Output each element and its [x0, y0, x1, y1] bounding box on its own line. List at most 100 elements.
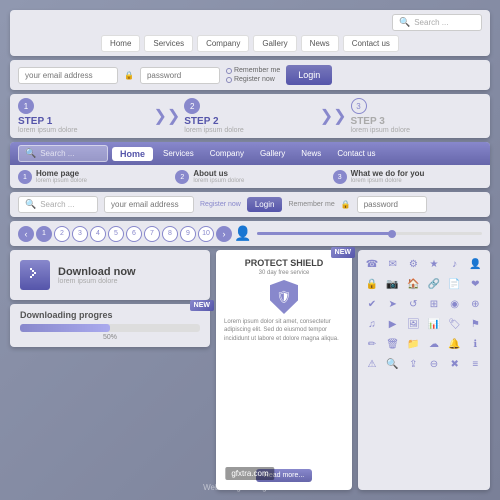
- progress-bar-fill: [20, 324, 110, 332]
- icon-tag[interactable]: 🏷: [447, 316, 463, 332]
- download-title: Download now: [58, 266, 200, 278]
- icon-settings[interactable]: ⚙: [405, 256, 421, 272]
- icon-cross[interactable]: ✖: [447, 356, 463, 372]
- search-icon-3: 🔍: [25, 199, 36, 210]
- page-item-2: 2 About us lorem ipsum dolore: [175, 169, 324, 184]
- register-label: Register now: [234, 76, 275, 83]
- slider-thumb[interactable]: [388, 230, 396, 238]
- icon-sound[interactable]: ♫: [364, 316, 380, 332]
- slider-container[interactable]: [257, 232, 482, 235]
- page-item-3: 3 What we do for you lorem ipsum dolore: [333, 169, 482, 184]
- nav2-contact[interactable]: Contact us: [331, 147, 381, 160]
- login-row-1: 🔒 Remember me Register now Login: [10, 60, 490, 90]
- search-row-1: 🔍 Search ...: [18, 14, 482, 31]
- icon-plus-circle[interactable]: ⊕: [467, 296, 483, 312]
- download-icon: [20, 260, 50, 290]
- password-field-1[interactable]: [140, 67, 220, 84]
- step-2-num: 2: [184, 98, 200, 114]
- page-btn-10[interactable]: 10: [198, 226, 214, 242]
- icon-circle[interactable]: ◉: [447, 296, 463, 312]
- remember-label-2: Remember me: [288, 201, 334, 208]
- icon-folder[interactable]: 📁: [405, 336, 421, 352]
- shield-svg: 🛡: [270, 280, 298, 314]
- download-text: Download now lorem ipsum dolore: [58, 266, 200, 285]
- step-arrow-1: ❯❯: [153, 106, 180, 126]
- icon-check[interactable]: ✔: [364, 296, 380, 312]
- email-field-2[interactable]: [104, 196, 194, 213]
- icon-arrow[interactable]: ➤: [385, 296, 401, 312]
- icon-email[interactable]: ✉: [385, 256, 401, 272]
- icon-pencil[interactable]: ✏: [364, 336, 380, 352]
- icon-flag[interactable]: ⚑: [467, 316, 483, 332]
- icon-chart[interactable]: 📊: [426, 316, 442, 332]
- nav-link-contact[interactable]: Contact us: [343, 35, 399, 52]
- page-sub-3: lorem ipsum dolore: [351, 178, 425, 184]
- page-btn-7[interactable]: 7: [144, 226, 160, 242]
- icon-cloud[interactable]: ☁: [426, 336, 442, 352]
- icon-image[interactable]: 🖼: [405, 316, 421, 332]
- page-next[interactable]: ›: [216, 226, 232, 242]
- remember-radio[interactable]: [226, 68, 232, 74]
- icon-star[interactable]: ★: [426, 256, 442, 272]
- page-btn-8[interactable]: 8: [162, 226, 178, 242]
- page-btn-2[interactable]: 2: [54, 226, 70, 242]
- nav-link-services[interactable]: Services: [144, 35, 193, 52]
- nav2-services[interactable]: Services: [157, 147, 200, 160]
- search-box-1[interactable]: 🔍 Search ...: [392, 14, 482, 31]
- nav2-gallery[interactable]: Gallery: [254, 147, 291, 160]
- progress-card: NEW Downloading progres 50%: [10, 304, 210, 347]
- page-btn-9[interactable]: 9: [180, 226, 196, 242]
- page-btn-5[interactable]: 5: [108, 226, 124, 242]
- icon-search[interactable]: 🔍: [385, 356, 401, 372]
- login-button-1[interactable]: Login: [286, 65, 332, 85]
- search-box-2[interactable]: 🔍 Search ...: [18, 145, 108, 162]
- nav-link-news[interactable]: News: [301, 35, 339, 52]
- search-box-3[interactable]: 🔍 Search ...: [18, 196, 98, 213]
- icon-info[interactable]: ℹ: [467, 336, 483, 352]
- email-field-1[interactable]: [18, 67, 118, 84]
- page-btn-6[interactable]: 6: [126, 226, 142, 242]
- icon-warning[interactable]: ⚠: [364, 356, 380, 372]
- page-btn-1[interactable]: 1: [36, 226, 52, 242]
- lock-icon-2: 🔒: [341, 200, 351, 209]
- password-field-2[interactable]: [357, 196, 427, 213]
- icon-refresh[interactable]: ↺: [405, 296, 421, 312]
- nav-home-link[interactable]: Home: [112, 147, 153, 161]
- register-link-2[interactable]: Register now: [200, 201, 241, 208]
- icon-bell[interactable]: 🔔: [447, 336, 463, 352]
- login-options-1: Remember me Register now: [226, 67, 280, 83]
- nav2-news[interactable]: News: [295, 147, 327, 160]
- icon-video[interactable]: ▶: [385, 316, 401, 332]
- icon-camera[interactable]: 📷: [385, 276, 401, 292]
- gfxtra-badge: gfxtra.com: [225, 467, 274, 480]
- page-prev[interactable]: ‹: [18, 226, 34, 242]
- icon-user[interactable]: 👤: [467, 256, 483, 272]
- icon-lock[interactable]: 🔒: [364, 276, 380, 292]
- page-btn-3[interactable]: 3: [72, 226, 88, 242]
- nav2-company[interactable]: Company: [204, 147, 250, 160]
- icon-doc[interactable]: 📄: [447, 276, 463, 292]
- icon-home[interactable]: 🏠: [405, 276, 421, 292]
- nav-link-gallery[interactable]: Gallery: [253, 35, 296, 52]
- icon-share[interactable]: ⇪: [405, 356, 421, 372]
- icon-heart[interactable]: ❤: [467, 276, 483, 292]
- icon-trash[interactable]: 🗑: [385, 336, 401, 352]
- login-button-2[interactable]: Login: [247, 197, 283, 212]
- icon-link[interactable]: 🔗: [426, 276, 442, 292]
- progress-bar-bg: [20, 324, 200, 332]
- page-btn-4[interactable]: 4: [90, 226, 106, 242]
- icon-minus[interactable]: ⊖: [426, 356, 442, 372]
- register-radio[interactable]: [226, 77, 232, 83]
- icon-menu[interactable]: ≡: [467, 356, 483, 372]
- progress-new-badge: NEW: [190, 300, 214, 311]
- step-1-title: STEP 1: [18, 116, 52, 127]
- icon-phone[interactable]: ☎: [364, 256, 380, 272]
- icon-grid[interactable]: ⊞: [426, 296, 442, 312]
- pagination-row: ‹ 1 2 3 4 5 6 7 8 9 10 › 👤: [10, 221, 490, 246]
- nav-link-home[interactable]: Home: [101, 35, 140, 52]
- search-placeholder-1: Search ...: [414, 18, 448, 27]
- page-sub-1: lorem ipsum dolore: [36, 178, 87, 184]
- page-title-2: About us: [193, 169, 244, 178]
- nav-link-company[interactable]: Company: [197, 35, 249, 52]
- icon-music[interactable]: ♪: [447, 256, 463, 272]
